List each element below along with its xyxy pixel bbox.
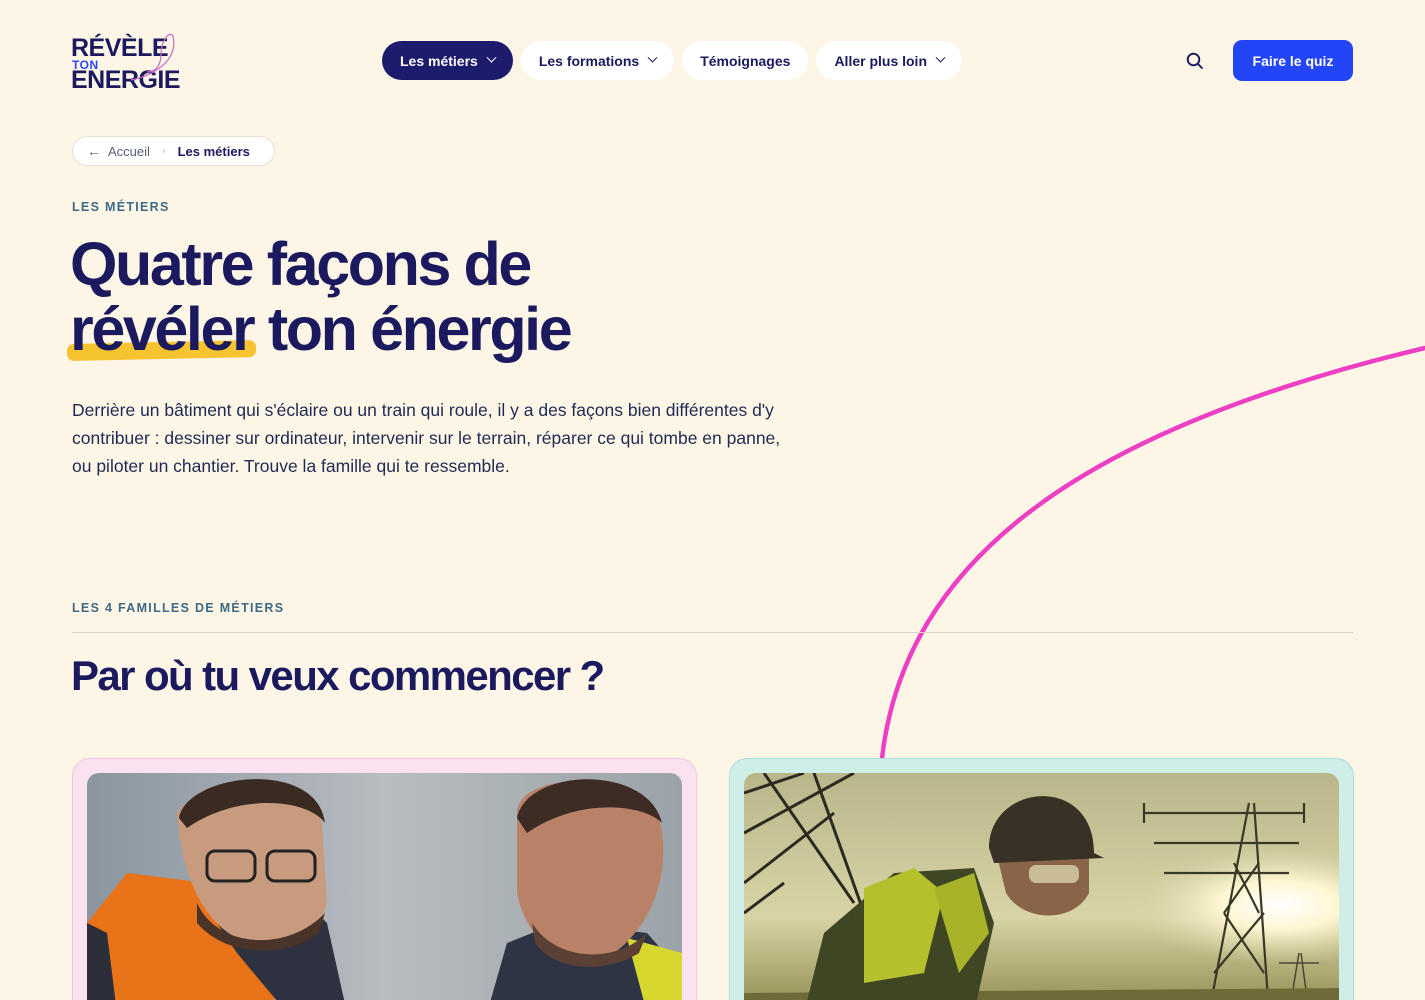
- arrow-left-icon[interactable]: ←: [87, 144, 101, 158]
- chevron-down-icon: [647, 52, 658, 63]
- search-button[interactable]: [1182, 48, 1208, 74]
- quiz-button[interactable]: Faire le quiz: [1233, 40, 1353, 81]
- nav-item-label: Témoignages: [700, 52, 791, 69]
- breadcrumb-home-link[interactable]: Accueil: [108, 144, 150, 159]
- title-rest: ton énergie: [267, 295, 573, 363]
- logo-swirl-icon: [130, 33, 175, 81]
- section-title: Par où tu veux commencer ?: [71, 652, 605, 699]
- title-line-1: Quatre façons de: [70, 230, 532, 298]
- section-divider: [72, 632, 1353, 633]
- nav-item-temoignages[interactable]: Témoignages: [682, 41, 809, 80]
- family-card-1[interactable]: [72, 758, 697, 1000]
- page-title: Quatre façons de révéler ton énergie: [70, 232, 710, 362]
- nav-item-aller-plus-loin[interactable]: Aller plus loin: [816, 41, 963, 80]
- nav-item-label: Les formations: [538, 52, 640, 69]
- chevron-down-icon: [935, 52, 946, 63]
- search-icon: [1186, 52, 1203, 69]
- breadcrumb: ← Accueil › Les métiers: [72, 136, 275, 166]
- main-nav: Les métiers Les formations Témoignages A…: [382, 41, 963, 80]
- nav-item-label: Aller plus loin: [834, 52, 928, 69]
- hero-eyebrow: LES MÉTIERS: [72, 200, 170, 214]
- worker-near-power-pylons-photo: [744, 773, 1339, 1000]
- title-highlight-text: révéler: [70, 295, 256, 363]
- family-card-2[interactable]: [729, 758, 1354, 1000]
- breadcrumb-current: Les métiers: [177, 143, 250, 159]
- site-header: RÉVÈLE TON ENERGIE Les métiers Les forma…: [0, 0, 1425, 120]
- site-logo[interactable]: RÉVÈLE TON ENERGIE: [71, 32, 181, 93]
- title-highlight: révéler: [70, 295, 256, 363]
- hero-description: Derrière un bâtiment qui s'éclaire ou un…: [72, 400, 781, 476]
- chevron-right-icon: ›: [161, 145, 166, 157]
- nav-item-label: Les métiers: [400, 52, 478, 69]
- two-workers-reviewing-plans-photo: [87, 773, 682, 1000]
- families-eyebrow: LES 4 FAMILLES DE MÉTIERS: [72, 601, 285, 615]
- nav-item-metiers[interactable]: Les métiers: [382, 41, 513, 80]
- nav-item-formations[interactable]: Les formations: [520, 41, 675, 80]
- chevron-down-icon: [486, 52, 497, 63]
